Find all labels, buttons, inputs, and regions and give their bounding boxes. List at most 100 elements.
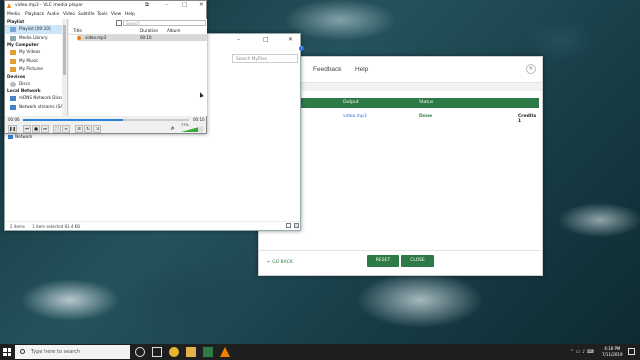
column-album[interactable]: Album: [167, 28, 180, 33]
clock-time: 4:18 PM: [604, 346, 621, 351]
pause-button[interactable]: ❚❚: [8, 125, 17, 133]
playlist-view-icon[interactable]: [116, 20, 122, 26]
playback-controls: ❚❚ ⏮ ■ ⏭ ⛶ ≡ ☰ ↻ ⤨ 🔈 77%: [5, 123, 206, 134]
sidebar-item-playlist[interactable]: Playlist [00:10]: [5, 25, 67, 34]
converter-app-icon[interactable]: [203, 347, 213, 357]
network-icon: [10, 96, 16, 101]
menu-video[interactable]: Video: [63, 12, 75, 17]
taskbar-search-input[interactable]: Type here to search: [15, 345, 130, 359]
converter-tabs: Feedback Help ✕: [259, 57, 542, 83]
taskbar-search-placeholder: Type here to search: [31, 349, 81, 355]
column-output: Output: [343, 100, 359, 105]
vlc-window: video.mp3 - VLC media player ⧉ – □ ✕ Med…: [4, 0, 207, 134]
sidebar-scrollbar[interactable]: [62, 19, 67, 116]
playlist-row[interactable]: video.mp3 00:10: [77, 35, 207, 41]
playlist-toggle-button[interactable]: ☰: [75, 125, 83, 133]
scrollbar-thumb[interactable]: [63, 25, 66, 75]
clock[interactable]: 4:18 PM 7/11/2019: [602, 346, 623, 357]
shuffle-button[interactable]: ⤨: [93, 125, 101, 133]
playlist-icon: [10, 27, 16, 32]
menu-subtitle[interactable]: Subtitle: [78, 12, 95, 17]
column-status: Status: [419, 100, 434, 105]
file-explorer-icon[interactable]: [186, 347, 196, 357]
tab-feedback[interactable]: Feedback: [313, 66, 342, 73]
next-button[interactable]: ⏭: [41, 125, 49, 133]
folder-pictures-icon: [10, 67, 16, 72]
sidebar-item-mdns[interactable]: mDNS Network Disco...: [5, 94, 67, 103]
output-file-link[interactable]: video.mp3: [343, 114, 367, 119]
sidebar-item-label: My Music: [19, 57, 39, 63]
playlist-search-input[interactable]: Search: [123, 20, 206, 26]
details-view-icon[interactable]: [286, 223, 291, 228]
loop-button[interactable]: ↻: [84, 125, 92, 133]
minimize-icon[interactable]: –: [165, 2, 168, 8]
sidebar-item-my-music[interactable]: My Music: [5, 57, 67, 66]
close-icon[interactable]: ✕: [526, 64, 536, 74]
menu-help[interactable]: Help: [125, 12, 135, 17]
item-count: 2 items: [10, 224, 25, 229]
windows-start-icon[interactable]: [3, 348, 11, 356]
stop-button[interactable]: ■: [32, 125, 40, 133]
vlc-menu-bar: Media Playback Audio Video Subtitle Tool…: [5, 11, 206, 19]
menu-tools[interactable]: Tools: [97, 12, 108, 17]
menu-playback[interactable]: Playback: [25, 12, 44, 17]
minimize-icon[interactable]: –: [237, 36, 240, 43]
mini-player-icon[interactable]: ⧉: [145, 2, 149, 9]
track-title: video.mp3: [85, 35, 107, 40]
network-icon: [10, 104, 16, 110]
nav-item-network[interactable]: Network: [5, 134, 65, 139]
seek-slider[interactable]: [23, 119, 189, 121]
notification-icon[interactable]: [628, 348, 635, 355]
tab-help[interactable]: Help: [355, 66, 368, 73]
window-title: video.mp3 - VLC media player: [15, 3, 83, 8]
reset-button[interactable]: RESET: [367, 255, 399, 267]
sidebar-item-label: My Videos: [19, 49, 41, 54]
sidebar-item-sap[interactable]: Network streams (SAP): [5, 103, 67, 112]
task-view-icon[interactable]: [152, 347, 162, 357]
previous-button[interactable]: ⏮: [23, 125, 31, 133]
vlc-sidebar: Playlist Playlist [00:10] Media Library …: [5, 19, 68, 116]
cortana-icon[interactable]: [135, 347, 145, 357]
volume-icon[interactable]: 🔈: [169, 125, 177, 133]
mouse-cursor-icon: [198, 91, 204, 98]
folder-music-icon: [10, 58, 16, 64]
close-icon[interactable]: ✕: [199, 2, 204, 8]
results-table-header: Output Status: [259, 98, 539, 108]
sidebar-item-discs[interactable]: Discs: [5, 80, 67, 89]
explorer-status-bar: 2 items 1 item selected 83.4 KB: [5, 221, 300, 230]
tiles-view-icon[interactable]: [294, 223, 299, 228]
fullscreen-button[interactable]: ⛶: [53, 125, 61, 133]
vlc-taskbar-icon[interactable]: [220, 347, 230, 357]
column-duration[interactable]: Duration: [140, 28, 158, 33]
close-button[interactable]: CLOSE: [401, 255, 434, 267]
selection-info: 1 item selected 83.4 KB: [32, 224, 81, 229]
sidebar-item-label: Media Library: [19, 34, 48, 40]
sidebar-item-label: My Pictures: [19, 66, 44, 71]
menu-audio[interactable]: Audio: [47, 12, 59, 17]
explorer-search-input[interactable]: Search MyFiles: [232, 54, 298, 63]
nav-item-label: Network: [15, 134, 33, 139]
taskbar: Type here to search ⌃ ▭ ♪ ⌨ 4:18 PM 7/11…: [0, 344, 640, 360]
maximize-icon[interactable]: □: [182, 2, 187, 8]
sidebar-item-my-pictures[interactable]: My Pictures: [5, 65, 67, 74]
chrome-icon[interactable]: [169, 347, 179, 357]
volume-slider[interactable]: 77%: [181, 123, 203, 132]
extended-settings-button[interactable]: ≡: [62, 125, 70, 133]
go-back-button[interactable]: ← GO BACK: [267, 260, 293, 265]
sidebar-item-media-library[interactable]: Media Library: [5, 34, 67, 43]
credits-label: Credits 1: [518, 114, 537, 124]
seek-progress: [23, 119, 123, 121]
close-icon[interactable]: ✕: [288, 36, 293, 43]
table-row: video.mp3 Done Credits 1: [259, 112, 539, 124]
elapsed-time: 00:06: [8, 117, 20, 122]
clock-date: 7/11/2019: [602, 351, 623, 357]
column-title[interactable]: Title: [73, 28, 82, 33]
maximize-icon[interactable]: □: [263, 36, 269, 43]
vlc-titlebar: video.mp3 - VLC media player ⧉ – □ ✕: [5, 1, 206, 11]
sidebar-item-my-videos[interactable]: My Videos: [5, 48, 67, 57]
help-icon[interactable]: ?: [299, 46, 304, 51]
sidebar-item-label: mDNS Network Disco...: [19, 95, 68, 100]
menu-view[interactable]: View: [111, 12, 121, 17]
menu-media[interactable]: Media: [7, 12, 20, 17]
system-tray-icons[interactable]: ⌃ ▭ ♪ ⌨: [570, 349, 594, 355]
